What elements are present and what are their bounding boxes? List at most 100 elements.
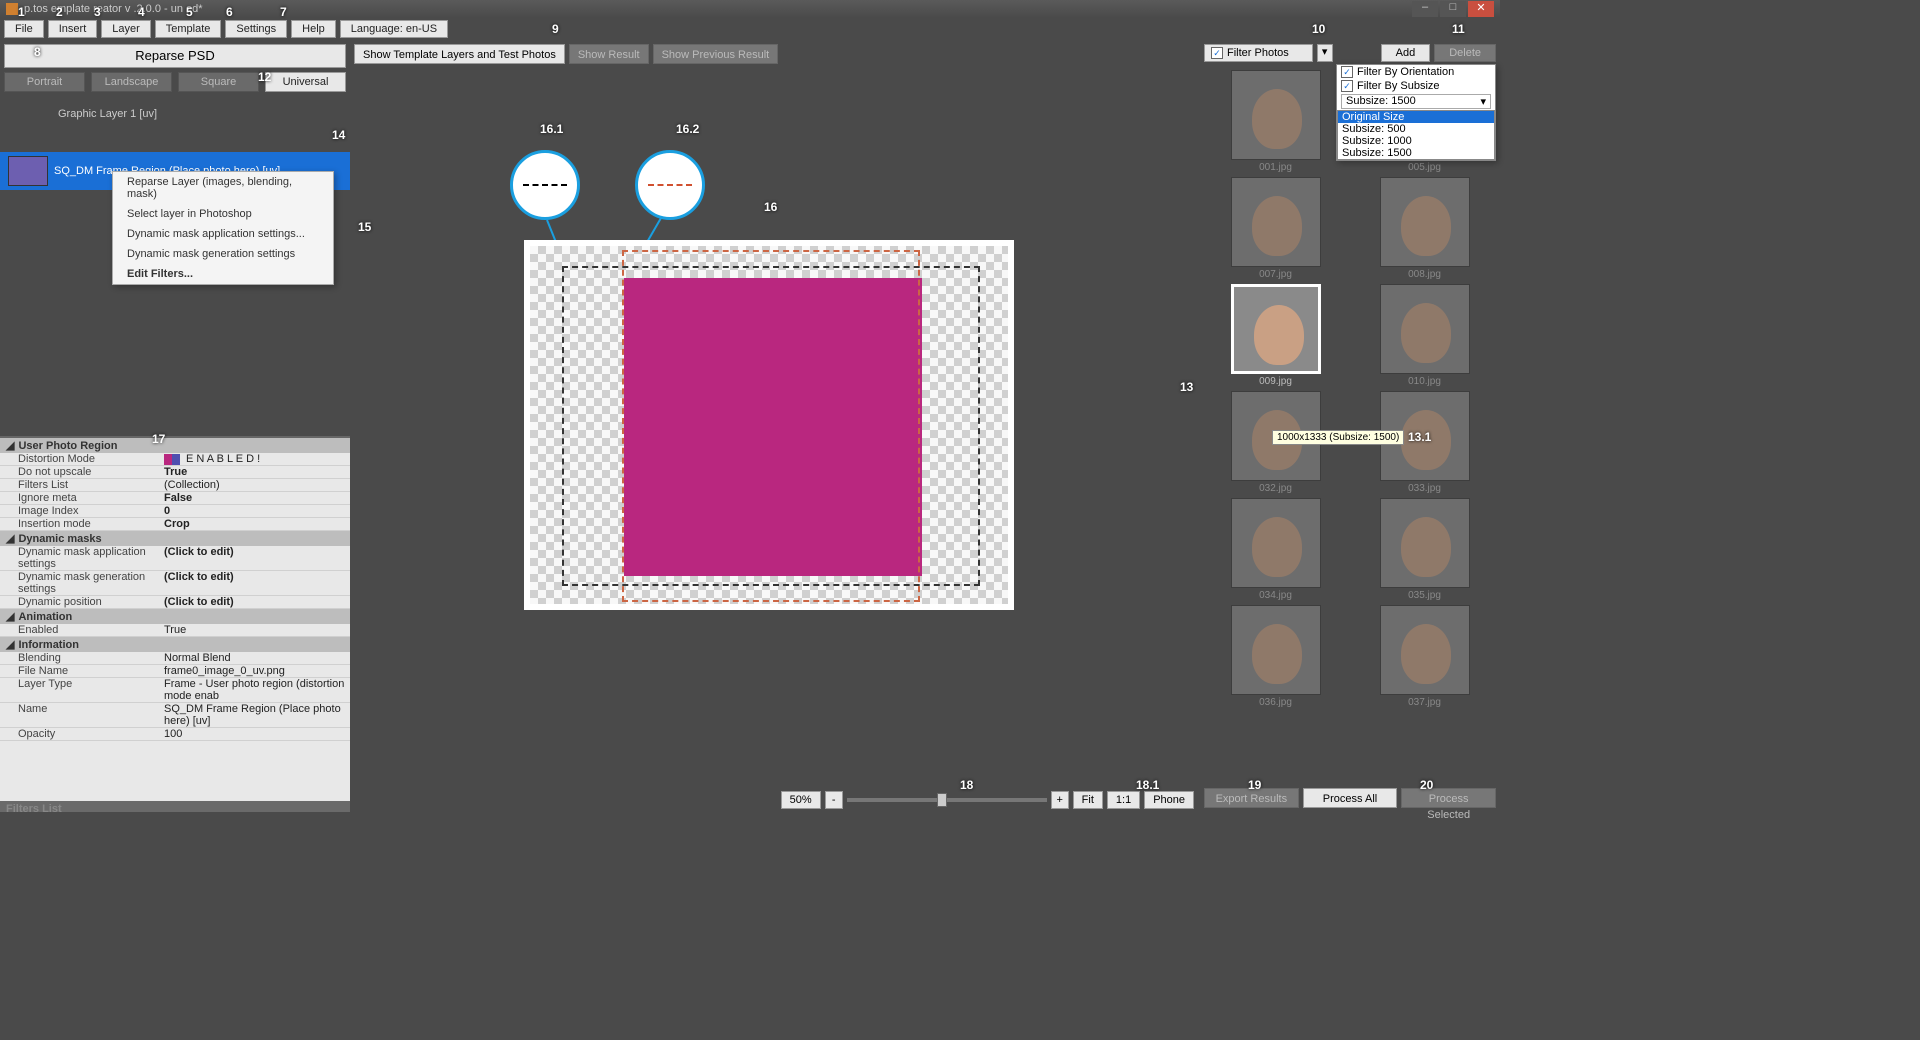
prop-row[interactable]: NameSQ_DM Frame Region (Place photo here… bbox=[0, 703, 350, 728]
menu-language[interactable]: Language: en-US bbox=[340, 20, 448, 38]
prop-row[interactable]: Image Index0 bbox=[0, 505, 350, 518]
zoom-slider-knob[interactable] bbox=[937, 793, 947, 807]
prop-value[interactable]: Crop bbox=[160, 518, 350, 530]
thumb-image[interactable] bbox=[1380, 605, 1470, 695]
photo-thumb[interactable]: 010.jpg bbox=[1353, 284, 1496, 387]
propgroup-header[interactable]: ◢User Photo Region bbox=[0, 438, 350, 453]
prop-value[interactable]: Normal Blend bbox=[160, 652, 350, 664]
photo-thumb[interactable]: 036.jpg bbox=[1204, 605, 1347, 708]
photo-thumb[interactable]: 034.jpg bbox=[1204, 498, 1347, 601]
prop-row[interactable]: Dynamic position(Click to edit) bbox=[0, 596, 350, 609]
zoom-slider[interactable] bbox=[847, 798, 1047, 802]
zoom-percent[interactable]: 50% bbox=[781, 791, 821, 809]
photo-thumb[interactable]: 037.jpg bbox=[1353, 605, 1496, 708]
zoom-in-button[interactable]: + bbox=[1051, 791, 1069, 809]
menu-settings[interactable]: Settings bbox=[225, 20, 287, 38]
ctx-reparse-layer[interactable]: Reparse Layer (images, blending, mask) bbox=[113, 172, 333, 204]
subsize-option[interactable]: Original Size bbox=[1338, 111, 1494, 123]
add-photo-button[interactable]: Add bbox=[1381, 44, 1431, 62]
filter-subsize-checkbox[interactable]: ✓ bbox=[1341, 80, 1353, 92]
propgroup-header[interactable]: ◢Information bbox=[0, 637, 350, 652]
prop-row[interactable]: Distortion ModeE N A B L E D ! bbox=[0, 453, 350, 466]
ctx-mask-gen[interactable]: Dynamic mask generation settings bbox=[113, 244, 333, 264]
filter-photos-toggle[interactable]: ✓ Filter Photos bbox=[1204, 44, 1313, 62]
prop-value[interactable]: True bbox=[160, 466, 350, 478]
ctx-edit-filters[interactable]: Edit Filters... bbox=[113, 264, 333, 284]
photo-thumb[interactable]: 008.jpg bbox=[1353, 177, 1496, 280]
thumb-image[interactable] bbox=[1231, 605, 1321, 695]
ctx-mask-app[interactable]: Dynamic mask application settings... bbox=[113, 224, 333, 244]
prop-value[interactable]: (Collection) bbox=[160, 479, 350, 491]
prop-value[interactable]: 0 bbox=[160, 505, 350, 517]
prop-value[interactable]: Frame - User photo region (distortion mo… bbox=[160, 678, 350, 702]
menu-help[interactable]: Help bbox=[291, 20, 336, 38]
photo-thumb[interactable]: 007.jpg bbox=[1204, 177, 1347, 280]
filter-orient-checkbox[interactable]: ✓ bbox=[1341, 66, 1353, 78]
prop-value[interactable]: frame0_image_0_uv.png bbox=[160, 665, 350, 677]
orient-landscape[interactable]: Landscape bbox=[91, 72, 172, 92]
zoom-phone-button[interactable]: Phone bbox=[1144, 791, 1194, 809]
prop-value[interactable]: (Click to edit) bbox=[160, 571, 350, 595]
zoom-1to1-button[interactable]: 1:1 bbox=[1107, 791, 1140, 809]
thumb-image[interactable] bbox=[1380, 177, 1470, 267]
propgroup-header[interactable]: ◢Animation bbox=[0, 609, 350, 624]
menu-file[interactable]: File bbox=[4, 20, 44, 38]
orient-universal[interactable]: Universal bbox=[265, 72, 346, 92]
subsize-option[interactable]: Subsize: 1000 bbox=[1338, 135, 1494, 147]
subsize-option[interactable]: Subsize: 1500 bbox=[1338, 147, 1494, 159]
photo-thumb[interactable]: 035.jpg bbox=[1353, 498, 1496, 601]
prop-value[interactable]: E N A B L E D ! bbox=[160, 453, 350, 465]
reparse-psd-button[interactable]: Reparse PSD bbox=[4, 44, 346, 68]
menu-layer[interactable]: Layer bbox=[101, 20, 151, 38]
prop-row[interactable]: File Nameframe0_image_0_uv.png bbox=[0, 665, 350, 678]
ctx-select-in-ps[interactable]: Select layer in Photoshop bbox=[113, 204, 333, 224]
thumb-image[interactable] bbox=[1231, 284, 1321, 374]
thumb-image[interactable] bbox=[1231, 177, 1321, 267]
prop-row[interactable]: Opacity100 bbox=[0, 728, 350, 741]
template-canvas[interactable] bbox=[524, 240, 1014, 610]
prop-row[interactable]: BlendingNormal Blend bbox=[0, 652, 350, 665]
prop-row[interactable]: Layer TypeFrame - User photo region (dis… bbox=[0, 678, 350, 703]
process-all-button[interactable]: Process All bbox=[1303, 788, 1398, 808]
close-button[interactable]: ✕ bbox=[1468, 1, 1494, 17]
prop-value[interactable]: False bbox=[160, 492, 350, 504]
filter-photos-checkbox[interactable]: ✓ bbox=[1211, 47, 1223, 59]
prop-value[interactable]: 100 bbox=[160, 728, 350, 740]
photo-thumb[interactable]: 009.jpg bbox=[1204, 284, 1347, 387]
prop-row[interactable]: Filters List(Collection) bbox=[0, 479, 350, 492]
prop-value[interactable]: SQ_DM Frame Region (Place photo here) [u… bbox=[160, 703, 350, 727]
layer-row[interactable]: Graphic Layer 1 [uv] bbox=[0, 104, 350, 124]
thumb-image[interactable] bbox=[1380, 498, 1470, 588]
filter-dropdown-button[interactable]: ▾ bbox=[1317, 44, 1333, 62]
layer-list[interactable]: Graphic Layer 1 [uv] SQ_DM Frame Region … bbox=[0, 96, 350, 436]
photo-thumb[interactable]: 001.jpg bbox=[1204, 70, 1347, 173]
prop-row[interactable]: Do not upscaleTrue bbox=[0, 466, 350, 479]
photo-region-outline[interactable] bbox=[622, 250, 920, 602]
propgroup-header[interactable]: ◢Dynamic masks bbox=[0, 531, 350, 546]
subsize-option[interactable]: Subsize: 500 bbox=[1338, 123, 1494, 135]
prop-value[interactable]: True bbox=[160, 624, 350, 636]
prop-row[interactable]: EnabledTrue bbox=[0, 624, 350, 637]
show-layers-button[interactable]: Show Template Layers and Test Photos bbox=[354, 44, 565, 64]
maximize-button[interactable]: □ bbox=[1440, 1, 1466, 17]
zoom-fit-button[interactable]: Fit bbox=[1073, 791, 1103, 809]
minimize-button[interactable]: – bbox=[1412, 1, 1438, 17]
prop-row[interactable]: Dynamic mask application settings(Click … bbox=[0, 546, 350, 571]
orient-square[interactable]: Square bbox=[178, 72, 259, 92]
canvas-area[interactable]: Show Template Layers and Test Photos Sho… bbox=[350, 40, 1200, 812]
photo-thumb-grid[interactable]: 001.jpg 005.jpg 007.jpg 008.jpg 009.jpg … bbox=[1200, 66, 1500, 784]
prop-row[interactable]: Dynamic mask generation settings(Click t… bbox=[0, 571, 350, 596]
prop-row[interactable]: Insertion modeCrop bbox=[0, 518, 350, 531]
prop-row[interactable]: Ignore metaFalse bbox=[0, 492, 350, 505]
thumb-image[interactable] bbox=[1380, 284, 1470, 374]
prop-value[interactable]: (Click to edit) bbox=[160, 546, 350, 570]
thumb-image[interactable] bbox=[1231, 498, 1321, 588]
menu-template[interactable]: Template bbox=[155, 20, 222, 38]
orient-portrait[interactable]: Portrait bbox=[4, 72, 85, 92]
subsize-select[interactable]: Subsize: 1500▾ bbox=[1341, 94, 1491, 109]
thumb-image[interactable] bbox=[1231, 70, 1321, 160]
prop-value[interactable]: (Click to edit) bbox=[160, 596, 350, 608]
zoom-bubble-red bbox=[635, 150, 705, 220]
zoom-out-button[interactable]: - bbox=[825, 791, 843, 809]
menu-insert[interactable]: Insert bbox=[48, 20, 98, 38]
